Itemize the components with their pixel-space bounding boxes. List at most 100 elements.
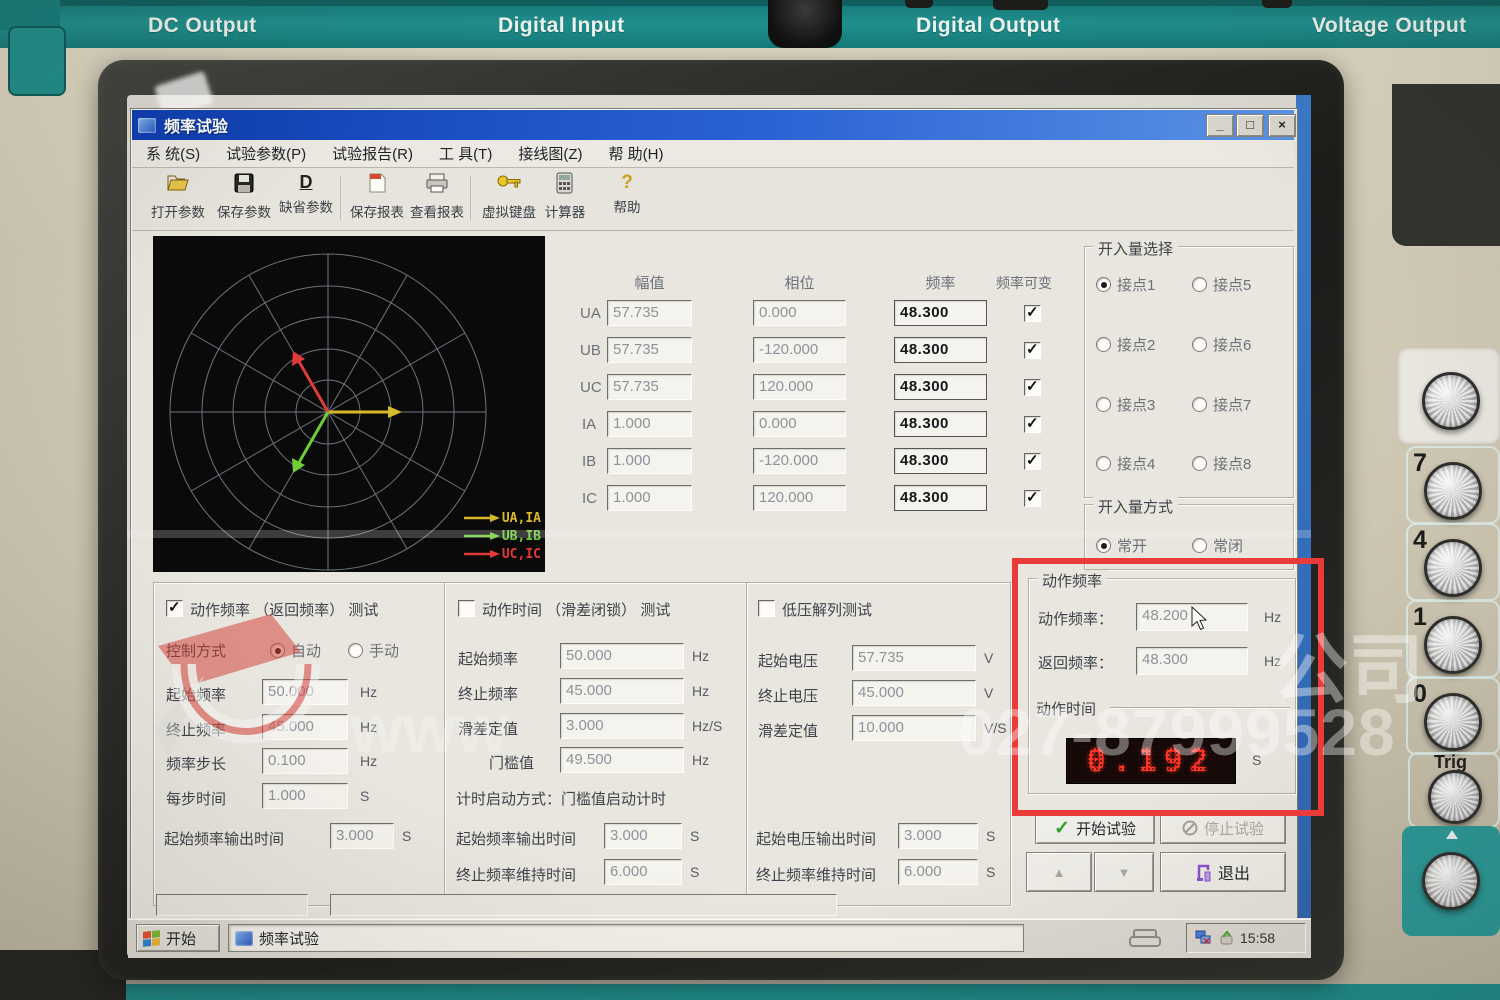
test1-end-freq-field[interactable]: 45.000	[262, 714, 348, 740]
radio-label[interactable]: 接点4	[1117, 453, 1155, 474]
task-button-frequency-test[interactable]: 频率试验	[228, 924, 1024, 952]
ib-amplitude-field[interactable]: 1.000	[607, 448, 692, 474]
radio-contact-4[interactable]	[1096, 456, 1111, 471]
exit-button[interactable]: 退出	[1160, 852, 1286, 892]
radio-contact-5[interactable]	[1192, 277, 1207, 292]
radio-contact-6[interactable]	[1192, 337, 1207, 352]
radio-contact-8[interactable]	[1192, 456, 1207, 471]
uc-frequency-field[interactable]: 48.300	[894, 374, 987, 400]
test3-start-output-time-field[interactable]: 3.000	[898, 823, 978, 849]
uc-phase-field[interactable]: 120.000	[753, 374, 846, 400]
field-label: 起始频率输出时间	[456, 831, 577, 848]
toolbar-save-params[interactable]: 保存参数	[212, 172, 276, 226]
green-tray-icon[interactable]	[1219, 930, 1234, 946]
ic-frequency-field[interactable]: 48.300	[894, 485, 987, 511]
test1-enable-checkbox[interactable]	[166, 598, 183, 617]
ib-freq-variable-checkbox[interactable]	[1024, 451, 1041, 470]
ic-phase-field[interactable]: 120.000	[753, 485, 846, 511]
test2-end-freq-field[interactable]: 45.000	[560, 678, 684, 704]
menu-test-report[interactable]: 试验报告(R)	[332, 143, 413, 164]
radio-contact-2[interactable]	[1096, 337, 1111, 352]
ua-freq-variable-checkbox[interactable]	[1024, 303, 1041, 322]
radio-normally-open[interactable]	[1096, 538, 1111, 553]
test2-slip-field[interactable]: 3.000	[560, 713, 684, 739]
radio-label[interactable]: 常开	[1117, 535, 1147, 556]
radio-label[interactable]: 接点1	[1117, 274, 1155, 295]
menu-system[interactable]: 系 统(S)	[146, 143, 200, 164]
radio-label[interactable]: 自动	[291, 640, 321, 661]
test3-enable-checkbox[interactable]	[758, 600, 775, 617]
ub-phase-field[interactable]: -120.000	[753, 337, 846, 363]
menu-help[interactable]: 帮 助(H)	[608, 143, 663, 164]
menu-wiring-diagram[interactable]: 接线图(Z)	[518, 143, 582, 164]
test3-end-voltage-field[interactable]: 45.000	[852, 680, 976, 706]
radio-contact-1[interactable]	[1096, 277, 1111, 292]
ua-frequency-field[interactable]: 48.300	[894, 300, 987, 326]
radio-label[interactable]: 接点3	[1117, 394, 1155, 415]
uc-freq-variable-checkbox[interactable]	[1024, 377, 1041, 396]
radio-label[interactable]: 常闭	[1213, 535, 1243, 556]
ua-amplitude-field[interactable]: 57.735	[607, 300, 692, 326]
toolbar-help[interactable]: ? 帮助	[595, 172, 659, 226]
ia-freq-variable-checkbox[interactable]	[1024, 414, 1041, 433]
toolbar-separator	[470, 176, 472, 220]
close-button[interactable]: ×	[1268, 114, 1296, 137]
ub-amplitude-field[interactable]: 57.735	[607, 337, 692, 363]
radio-auto[interactable]	[270, 643, 285, 658]
ia-phase-field[interactable]: 0.000	[753, 411, 846, 437]
radio-label[interactable]: 接点2	[1117, 334, 1155, 355]
test3-slip-field[interactable]: 10.000	[852, 715, 976, 741]
uc-amplitude-field[interactable]: 57.735	[607, 374, 692, 400]
ua-phase-field[interactable]: 0.000	[753, 300, 846, 326]
test1-step-time-field[interactable]: 1.000	[262, 783, 348, 809]
start-button[interactable]: 开始	[136, 924, 220, 952]
radio-normally-closed[interactable]	[1192, 538, 1207, 553]
test2-enable-checkbox[interactable]	[458, 600, 475, 617]
test1-start-output-time-field[interactable]: 3.000	[330, 823, 394, 849]
radio-contact-7[interactable]	[1192, 397, 1207, 412]
test1-start-freq-field[interactable]: 50.000	[262, 679, 348, 705]
radio-label[interactable]: 接点7	[1213, 394, 1251, 415]
radio-label[interactable]: 接点6	[1213, 334, 1251, 355]
test2-start-freq-field[interactable]: 50.000	[560, 643, 684, 669]
toolbar-virtual-keyboard[interactable]: 虚拟键盘	[477, 172, 541, 226]
radio-label[interactable]: 接点5	[1213, 274, 1251, 295]
field-label: 终止电压	[758, 688, 819, 705]
toolbar-view-report[interactable]: 查看报表	[405, 172, 469, 226]
scroll-up-button[interactable]: ▲	[1026, 852, 1092, 892]
ia-frequency-field[interactable]: 48.300	[894, 411, 987, 437]
ic-amplitude-field[interactable]: 1.000	[607, 485, 692, 511]
test2-start-output-time-field[interactable]: 3.000	[604, 823, 682, 849]
ub-freq-variable-checkbox[interactable]	[1024, 340, 1041, 359]
radio-contact-3[interactable]	[1096, 397, 1111, 412]
minimize-button[interactable]: _	[1206, 114, 1234, 137]
toolbar-calculator[interactable]: 计算器	[533, 172, 597, 226]
radio-manual[interactable]	[348, 643, 363, 658]
field-label: 起始频率输出时间	[164, 831, 285, 848]
toolbar-open-params[interactable]: 打开参数	[146, 172, 210, 226]
ub-frequency-field[interactable]: 48.300	[894, 337, 987, 363]
radio-label[interactable]: 手动	[369, 640, 399, 661]
start-test-button[interactable]: ✓ 开始试验	[1035, 812, 1155, 844]
ia-amplitude-field[interactable]: 1.000	[607, 411, 692, 437]
printer-tray-icon[interactable]	[1126, 928, 1166, 950]
radio-label[interactable]: 接点8	[1213, 453, 1251, 474]
stop-test-button[interactable]: 停止试验	[1160, 812, 1286, 844]
ib-frequency-field[interactable]: 48.300	[894, 448, 987, 474]
test3-end-hold-time-field[interactable]: 6.000	[898, 859, 978, 885]
toolbar-save-report[interactable]: 保存报表	[345, 172, 409, 226]
test2-threshold-field[interactable]: 49.500	[560, 747, 684, 773]
tests-outer-box	[153, 582, 1011, 906]
test1-freq-step-field[interactable]: 0.100	[262, 748, 348, 774]
ic-freq-variable-checkbox[interactable]	[1024, 488, 1041, 507]
menu-test-params[interactable]: 试验参数(P)	[226, 143, 306, 164]
test2-end-hold-time-field[interactable]: 6.000	[604, 859, 682, 885]
field-label: 起始电压输出时间	[756, 831, 877, 848]
scroll-down-button[interactable]: ▼	[1094, 852, 1154, 892]
test3-start-voltage-field[interactable]: 57.735	[852, 645, 976, 671]
toolbar-default-params[interactable]: D 缺省参数	[274, 172, 338, 226]
ib-phase-field[interactable]: -120.000	[753, 448, 846, 474]
network-disconnected-icon[interactable]: ×	[1195, 930, 1213, 946]
maximize-button[interactable]: □	[1236, 114, 1264, 137]
menu-tools[interactable]: 工 具(T)	[439, 143, 492, 164]
